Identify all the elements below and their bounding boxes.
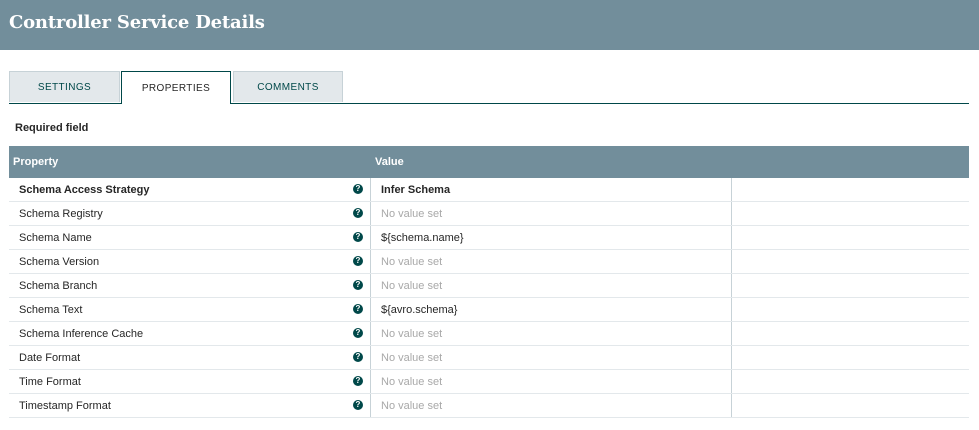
value-cell[interactable]: No value set [371, 250, 732, 273]
property-cell: Schema Inference Cache? [9, 322, 371, 345]
value-cell[interactable]: No value set [371, 274, 732, 297]
tab-settings[interactable]: SETTINGS [9, 71, 120, 102]
property-value: No value set [381, 280, 443, 292]
property-name: Date Format [19, 352, 81, 364]
tab-properties[interactable]: PROPERTIES [121, 71, 231, 104]
grid-header: Property Value [9, 146, 969, 178]
actions-cell [732, 178, 969, 201]
property-cell: Schema Version? [9, 250, 371, 273]
property-name: Schema Name [19, 232, 92, 244]
table-row[interactable]: Schema Registry? No value set [9, 202, 969, 226]
property-value: No value set [381, 328, 443, 340]
help-circle-icon[interactable]: ? [353, 376, 363, 386]
grid-body: Schema Access Strategy? Infer Schema Schem… [9, 178, 969, 418]
value-cell[interactable]: ${schema.name} [371, 226, 732, 249]
property-value: No value set [381, 400, 443, 412]
help-circle-icon[interactable]: ? [353, 400, 363, 410]
help-circle-icon[interactable]: ? [353, 184, 363, 194]
property-value: No value set [381, 256, 443, 268]
required-field-label: Required field [15, 122, 89, 134]
help-circle-icon[interactable]: ? [353, 232, 363, 242]
table-row[interactable]: Schema Branch? No value set [9, 274, 969, 298]
property-name: Timestamp Format [19, 400, 111, 412]
property-name: Schema Access Strategy [19, 184, 150, 196]
property-cell: Schema Registry? [9, 202, 371, 225]
actions-cell [732, 394, 969, 417]
property-cell: Date Format? [9, 346, 371, 369]
table-row[interactable]: Schema Inference Cache? No value set [9, 322, 969, 346]
actions-cell [732, 370, 969, 393]
header-value[interactable]: Value [375, 156, 404, 168]
property-cell: Time Format? [9, 370, 371, 393]
value-cell[interactable]: No value set [371, 370, 732, 393]
property-cell: Schema Name? [9, 226, 371, 249]
dialog-header: Controller Service Details [0, 0, 979, 50]
value-cell[interactable]: No value set [371, 394, 732, 417]
help-circle-icon[interactable]: ? [353, 208, 363, 218]
property-cell: Schema Text? [9, 298, 371, 321]
actions-cell [732, 322, 969, 345]
property-name: Schema Branch [19, 280, 98, 292]
actions-cell [732, 202, 969, 225]
value-cell[interactable]: No value set [371, 202, 732, 225]
table-row[interactable]: Schema Name? ${schema.name} [9, 226, 969, 250]
properties-grid: Property Value Schema Access Strategy? In… [9, 146, 969, 418]
help-circle-icon[interactable]: ? [353, 328, 363, 338]
property-name: Schema Registry [19, 208, 103, 220]
table-row[interactable]: Schema Access Strategy? Infer Schema [9, 178, 969, 202]
property-value: No value set [381, 376, 443, 388]
value-cell[interactable]: No value set [371, 346, 732, 369]
property-cell: Schema Branch? [9, 274, 371, 297]
help-circle-icon[interactable]: ? [353, 352, 363, 362]
actions-cell [732, 346, 969, 369]
property-value: ${schema.name} [381, 232, 464, 244]
property-value: ${avro.schema} [381, 304, 458, 316]
header-property[interactable]: Property [13, 156, 58, 168]
dialog-title: Controller Service Details [9, 12, 265, 33]
actions-cell [732, 226, 969, 249]
tab-bar: SETTINGS PROPERTIES COMMENTS [9, 71, 969, 104]
help-circle-icon[interactable]: ? [353, 256, 363, 266]
help-circle-icon[interactable]: ? [353, 304, 363, 314]
property-cell: Timestamp Format? [9, 394, 371, 417]
value-cell[interactable]: ${avro.schema} [371, 298, 732, 321]
actions-cell [732, 250, 969, 273]
property-value: No value set [381, 208, 443, 220]
property-name: Schema Text [19, 304, 83, 316]
help-circle-icon[interactable]: ? [353, 280, 363, 290]
value-cell[interactable]: Infer Schema [371, 178, 732, 201]
value-cell[interactable]: No value set [371, 322, 732, 345]
property-value: No value set [381, 352, 443, 364]
actions-cell [732, 274, 969, 297]
property-name: Schema Inference Cache [19, 328, 144, 340]
property-cell: Schema Access Strategy? [9, 178, 371, 201]
table-row[interactable]: Timestamp Format? No value set [9, 394, 969, 418]
actions-cell [732, 298, 969, 321]
table-row[interactable]: Time Format? No value set [9, 370, 969, 394]
property-name: Schema Version [19, 256, 100, 268]
property-value: Infer Schema [381, 184, 451, 196]
property-name: Time Format [19, 376, 81, 388]
table-row[interactable]: Schema Version? No value set [9, 250, 969, 274]
table-row[interactable]: Date Format? No value set [9, 346, 969, 370]
table-row[interactable]: Schema Text? ${avro.schema} [9, 298, 969, 322]
tab-comments[interactable]: COMMENTS [233, 71, 343, 102]
